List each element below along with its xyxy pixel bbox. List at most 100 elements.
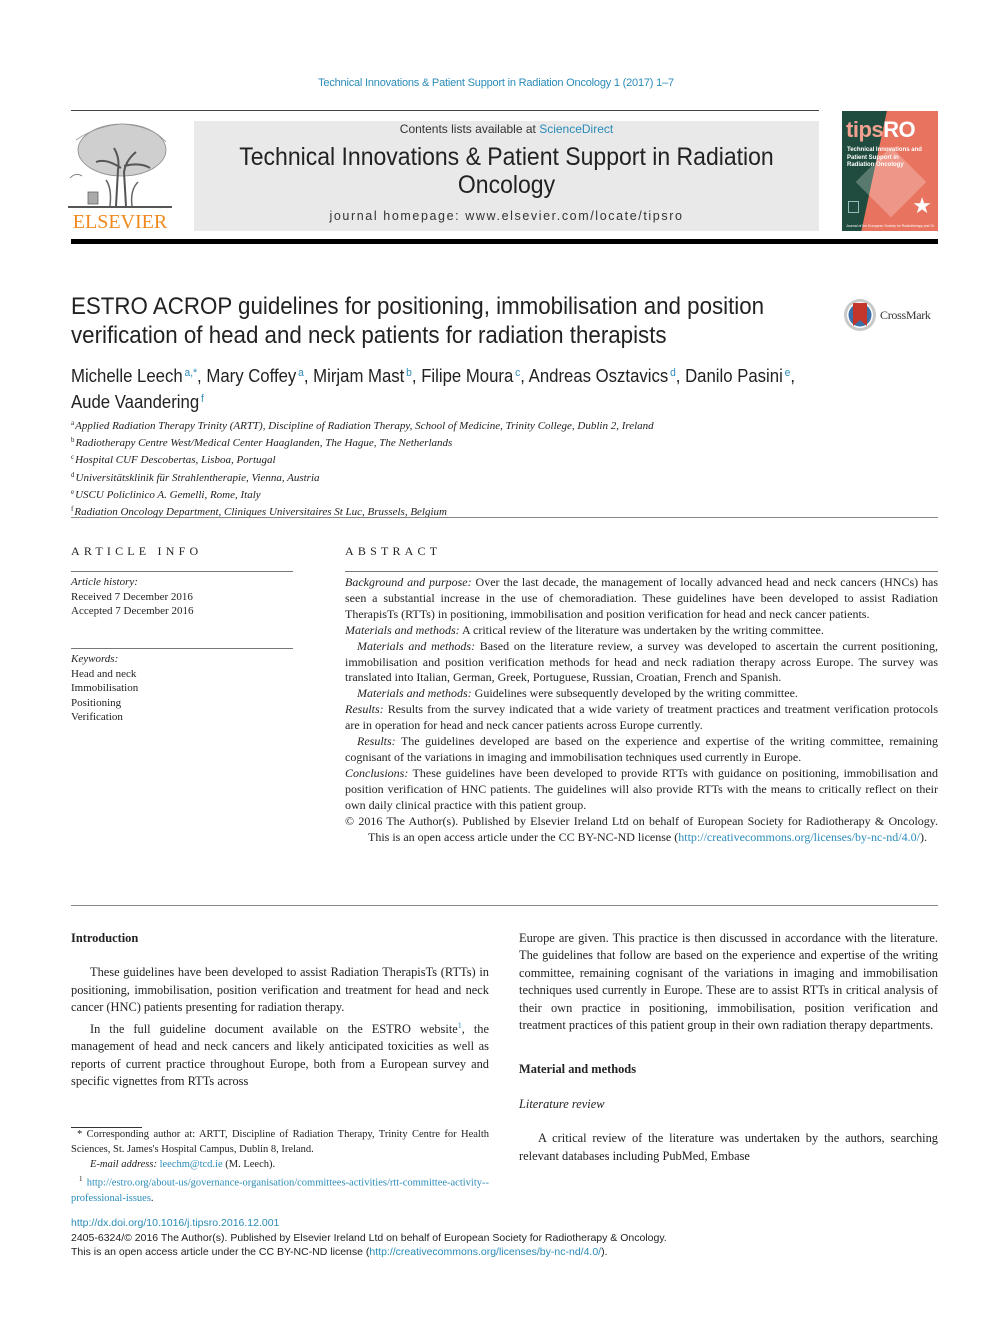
abstract-text: Results from the survey indicated that a…	[345, 702, 938, 733]
cover-brand-prefix: tips	[846, 117, 884, 142]
author[interactable]: Andreas Osztavics	[529, 366, 669, 386]
body-rule	[71, 905, 938, 906]
email-link[interactable]: leechm@tcd.ie	[160, 1159, 223, 1170]
author[interactable]: Aude Vaandering	[71, 392, 199, 412]
abstract-body: Background and purpose: Over the last de…	[345, 575, 938, 845]
affiliation: cHospital CUF Descobertas, Lisboa, Portu…	[71, 450, 771, 467]
contents-prefix: Contents lists available at	[399, 122, 540, 136]
footnote-1: 1 http://estro.org/about-us/governance-o…	[71, 1172, 489, 1206]
affiliation-text: Applied Radiation Therapy Trinity (ARTT)…	[75, 420, 654, 432]
journal-title: Technical Innovations & Patient Support …	[239, 143, 774, 199]
crossmark-label: CrossMark	[880, 307, 931, 322]
abstract-label: Results:	[357, 734, 396, 749]
elsevier-wordmark: ELSEVIER	[72, 211, 168, 233]
keyword-item: Positioning	[71, 696, 122, 709]
affiliation-key: f	[71, 505, 74, 514]
masthead-thick-rule	[71, 239, 938, 244]
literature-review-paragraph: A critical review of the literature was …	[519, 1131, 938, 1163]
abstract-paragraph: Background and purpose: Over the last de…	[345, 575, 938, 623]
author-affiliation-ref[interactable]: a,*	[185, 367, 198, 379]
elsevier-logo[interactable]: ELSEVIER	[66, 118, 174, 234]
email-suffix: (M. Leech).	[222, 1159, 276, 1170]
cover-footer: Journal of the European Society for Radi…	[846, 224, 934, 228]
running-head[interactable]: Technical Innovations & Patient Support …	[0, 77, 992, 89]
article-history: Article history: Received 7 December 201…	[71, 575, 293, 619]
affiliation-text: USCU Policlinico A. Gemelli, Rome, Italy	[75, 488, 261, 501]
journal-masthead: Contents lists available at ScienceDirec…	[194, 121, 819, 231]
received-date: Received 7 December 2016	[71, 590, 193, 603]
abstract-paragraph: Materials and methods: A critical review…	[345, 623, 938, 639]
cover-brand-suffix: RO	[883, 117, 916, 142]
abstract-paragraph: Results: Results from the survey indicat…	[345, 702, 938, 734]
accepted-date: Accepted 7 December 2016	[71, 605, 194, 617]
affiliation-key: d	[71, 470, 75, 479]
bottom-info: http://dx.doi.org/10.1016/j.tipsro.2016.…	[71, 1216, 771, 1260]
author-separator: ,	[197, 366, 207, 386]
crossmark-icon	[844, 299, 876, 331]
author[interactable]: Filipe Moura	[421, 366, 513, 386]
corresponding-author-note: * Corresponding author at: ARTT, Discipl…	[71, 1127, 489, 1157]
journal-homepage-link[interactable]: journal homepage: www.elsevier.com/locat…	[194, 209, 819, 223]
abstract-paragraph: Materials and methods: Guidelines were s…	[345, 686, 938, 702]
abstract-paragraph: Results: The guidelines developed are ba…	[345, 734, 938, 766]
keyword-item: Verification	[71, 711, 123, 723]
affiliation-text: Hospital CUF Descobertas, Lisboa, Portug…	[75, 454, 276, 467]
history-label: Article history:	[71, 576, 138, 588]
abstract-label: Results:	[345, 702, 384, 717]
author-separator: ,	[790, 366, 796, 386]
affiliation-key: e	[71, 487, 75, 496]
footnote-1-end: .	[150, 1192, 154, 1204]
email-note: E-mail address: leechm@tcd.ie (M. Leech)…	[71, 1157, 489, 1172]
abstract-text: These guidelines have been developed to …	[345, 765, 938, 812]
keyword-item: Head and neck	[71, 667, 137, 680]
author-affiliation-ref[interactable]: f	[201, 393, 204, 405]
sciencedirect-link[interactable]: ScienceDirect	[539, 122, 613, 136]
abstract-text: Guidelines were subsequently developed b…	[471, 686, 798, 701]
author[interactable]: Danilo Pasini	[685, 366, 783, 386]
running-head-link[interactable]: Technical Innovations & Patient Support …	[318, 77, 674, 89]
body-left-column: Introduction These guidelines have been …	[71, 930, 489, 1090]
affiliation: bRadiotherapy Centre West/Medical Center…	[71, 433, 771, 450]
affiliation-list: aApplied Radiation Therapy Trinity (ARTT…	[71, 416, 771, 519]
abstract-heading: ABSTRACT	[345, 544, 442, 558]
header-rule	[71, 110, 819, 111]
cover-star-icon: ★	[912, 193, 932, 218]
affiliation-key: a	[71, 419, 75, 427]
abstract-label: Materials and methods:	[357, 638, 476, 653]
author-separator: ,	[303, 366, 314, 386]
abstract-rule	[345, 571, 938, 572]
oa-end: ).	[601, 1246, 608, 1258]
abstract-label: Background and purpose:	[345, 575, 472, 589]
elsevier-tree-icon	[68, 123, 172, 208]
cover-subtitle: Technical Innovations and Patient Suppor…	[847, 147, 922, 168]
abstract-copyright: © 2016 The Author(s). Published by Elsev…	[345, 814, 938, 846]
bottom-license-link[interactable]: http://creativecommons.org/licenses/by-n…	[369, 1246, 601, 1258]
affiliation-text: Radiotherapy Centre West/Medical Center …	[75, 437, 453, 450]
crossmark-button[interactable]: CrossMark	[843, 297, 943, 333]
cover-elsevier-mini-icon	[848, 201, 859, 213]
cover-brand: tipsRO	[846, 117, 916, 143]
oa-prefix: This is an open access article under the…	[71, 1246, 370, 1258]
author-list: Michelle Leech a,*, Mary Coffey a, Mirjam …	[71, 362, 880, 414]
author[interactable]: Mirjam Mast	[313, 366, 404, 386]
right-paragraph-1: Europe are given. This practice is then …	[519, 931, 938, 1033]
doi-link[interactable]: http://dx.doi.org/10.1016/j.tipsro.2016.…	[71, 1217, 279, 1229]
estro-link[interactable]: http://estro.org/about-us/governance-org…	[71, 1178, 489, 1204]
copyright-end: ).	[919, 829, 927, 844]
author[interactable]: Michelle Leech	[71, 366, 183, 386]
license-link[interactable]: http://creativecommons.org/licenses/by-n…	[678, 830, 920, 844]
affiliation-text: Universitätsklinik für Strahlentherapie,…	[75, 471, 320, 484]
contents-line: Contents lists available at ScienceDirec…	[194, 121, 819, 137]
author[interactable]: Mary Coffey	[206, 366, 296, 386]
abstract-paragraph: Materials and methods: Based on the lite…	[345, 639, 938, 687]
section-rule	[71, 517, 938, 518]
article-info-rule	[71, 571, 293, 572]
journal-cover[interactable]: tipsRO Technical Innovations and Patient…	[842, 111, 938, 231]
keywords-label: Keywords:	[71, 653, 119, 665]
methods-heading: Material and methods	[519, 1062, 637, 1077]
intro-paragraph-2: In the full guideline document available…	[71, 1017, 489, 1091]
